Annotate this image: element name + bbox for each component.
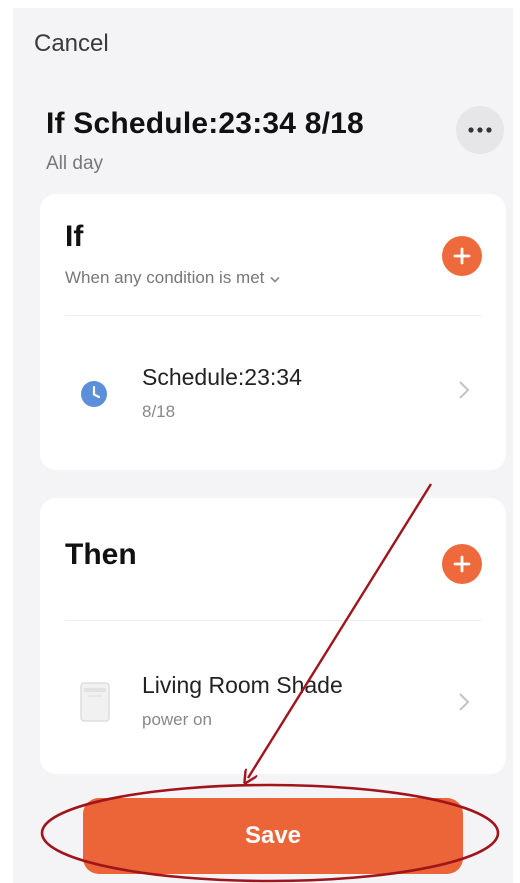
condition-mode-label: When any condition is met [65,268,265,287]
add-action-button[interactable] [442,544,482,584]
action-title: Living Room Shade [142,672,343,698]
more-options-button[interactable] [456,106,504,154]
chevron-right-icon [458,380,470,405]
plus-icon [453,247,471,265]
divider [65,315,481,316]
then-heading: Then [65,538,137,571]
cancel-button[interactable]: Cancel [34,30,109,58]
save-button[interactable]: Save [83,798,463,874]
chevron-down-icon [270,268,280,288]
condition-title: Schedule:23:34 [142,364,302,390]
scene-editor-screen: Cancel If Schedule:23:34 8/18 All day If… [13,8,513,883]
add-condition-button[interactable] [442,236,482,276]
page-subtitle: All day [46,153,104,174]
plus-icon [453,555,471,573]
page-title: If Schedule:23:34 8/18 [46,107,364,140]
more-dots-icon [468,127,492,133]
divider [65,620,481,621]
condition-item-schedule[interactable]: Schedule:23:34 8/18 [40,334,506,444]
condition-mode-dropdown[interactable]: When any condition is met [65,268,280,288]
if-card: If When any condition is met Schedule:23… [40,194,506,470]
action-item-living-room-shade[interactable]: Living Room Shade power on [40,646,506,756]
condition-subtitle: 8/18 [142,402,176,421]
if-heading: If [65,220,84,253]
shade-device-icon [80,682,110,727]
clock-icon [80,380,108,413]
then-card: Then Living Room Shade power on [40,498,506,774]
action-subtitle: power on [142,710,212,729]
chevron-right-icon [458,692,470,717]
